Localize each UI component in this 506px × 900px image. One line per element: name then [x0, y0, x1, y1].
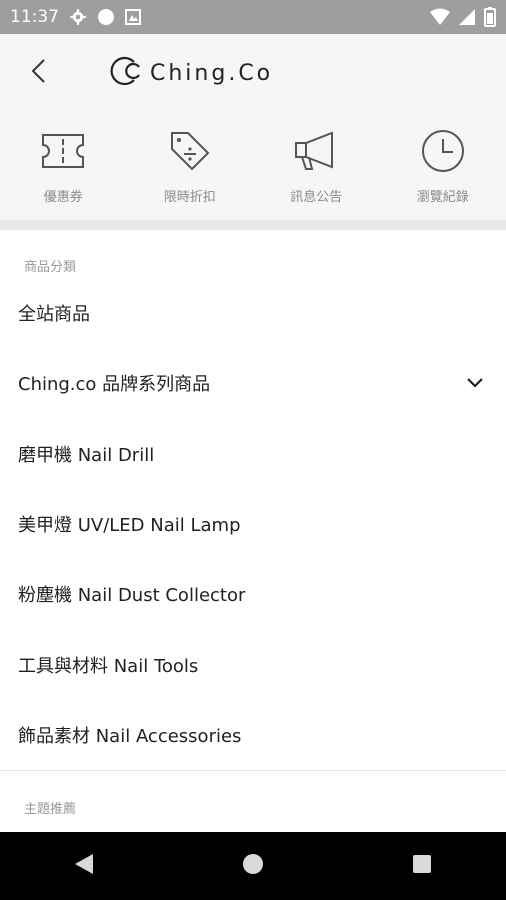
quick-actions: 優惠券 限時折扣 訊息公告 瀏覽紀錄 — [0, 112, 506, 220]
back-triangle-icon — [73, 852, 95, 880]
categories-title: 商品分類 — [24, 260, 77, 275]
category-item-nail-tools[interactable]: 工具與材料 Nail Tools — [0, 629, 506, 699]
category-item-nail-accessories[interactable]: 飾品素材 Nail Accessories — [0, 700, 506, 770]
category-label: 工具與材料 Nail Tools — [18, 655, 199, 677]
home-circle-icon — [242, 853, 264, 879]
chevron-left-icon — [29, 58, 49, 88]
brand-name: Ching.Co — [150, 60, 274, 86]
announcement-button[interactable]: 訊息公告 — [266, 126, 366, 205]
app-bar: Ching.Co — [0, 34, 506, 112]
recents-square-icon — [412, 854, 432, 878]
status-bar: 11:37 — [0, 0, 506, 34]
category-item-brand[interactable]: Ching.co 品牌系列商品 — [0, 348, 506, 418]
category-label: 磨甲機 Nail Drill — [18, 444, 155, 466]
settings-gear-icon — [69, 8, 87, 26]
category-item-all[interactable]: 全站商品 — [0, 278, 506, 348]
chevron-down-icon[interactable] — [466, 377, 484, 389]
back-button[interactable] — [0, 34, 78, 112]
history-button[interactable]: 瀏覽紀錄 — [393, 126, 493, 205]
category-item-dust-collector[interactable]: 粉塵機 Nail Dust Collector — [0, 559, 506, 629]
brand-logo: Ching.Co — [106, 54, 273, 92]
history-label: 瀏覽紀錄 — [416, 190, 469, 205]
nav-home-button[interactable] — [223, 836, 283, 896]
discount-label: 限時折扣 — [163, 190, 216, 205]
discount-tag-icon — [162, 126, 218, 176]
circle-notification-icon — [97, 8, 115, 26]
ticket-icon — [35, 126, 91, 176]
status-time: 11:37 — [10, 7, 59, 27]
list-separator — [0, 770, 506, 771]
nav-back-button[interactable] — [54, 836, 114, 896]
category-item-nail-drill[interactable]: 磨甲機 Nail Drill — [0, 419, 506, 489]
category-label: 美甲燈 UV/LED Nail Lamp — [18, 515, 241, 537]
category-label: 粉塵機 Nail Dust Collector — [18, 585, 246, 607]
coupon-button[interactable]: 優惠券 — [13, 126, 113, 205]
section-divider — [0, 220, 506, 230]
category-label: 全站商品 — [18, 304, 90, 326]
category-item-nail-lamp[interactable]: 美甲燈 UV/LED Nail Lamp — [0, 489, 506, 559]
category-label: Ching.co 品牌系列商品 — [18, 374, 211, 396]
category-list: 全站商品 Ching.co 品牌系列商品 磨甲機 Nail Drill 美甲燈 … — [0, 278, 506, 770]
category-label: 飾品素材 Nail Accessories — [18, 725, 242, 747]
themes-title: 主題推薦 — [24, 802, 77, 817]
discount-button[interactable]: 限時折扣 — [140, 126, 240, 205]
announcement-label: 訊息公告 — [290, 190, 343, 205]
signal-icon — [458, 8, 476, 26]
wifi-icon — [430, 8, 450, 26]
coupon-label: 優惠券 — [43, 190, 83, 205]
nav-recents-button[interactable] — [392, 836, 452, 896]
battery-icon — [484, 7, 496, 27]
image-notification-icon — [125, 9, 141, 25]
brand-mark-icon — [106, 54, 144, 92]
system-nav-bar — [0, 832, 506, 900]
clock-icon — [415, 126, 471, 176]
megaphone-icon — [288, 126, 344, 176]
